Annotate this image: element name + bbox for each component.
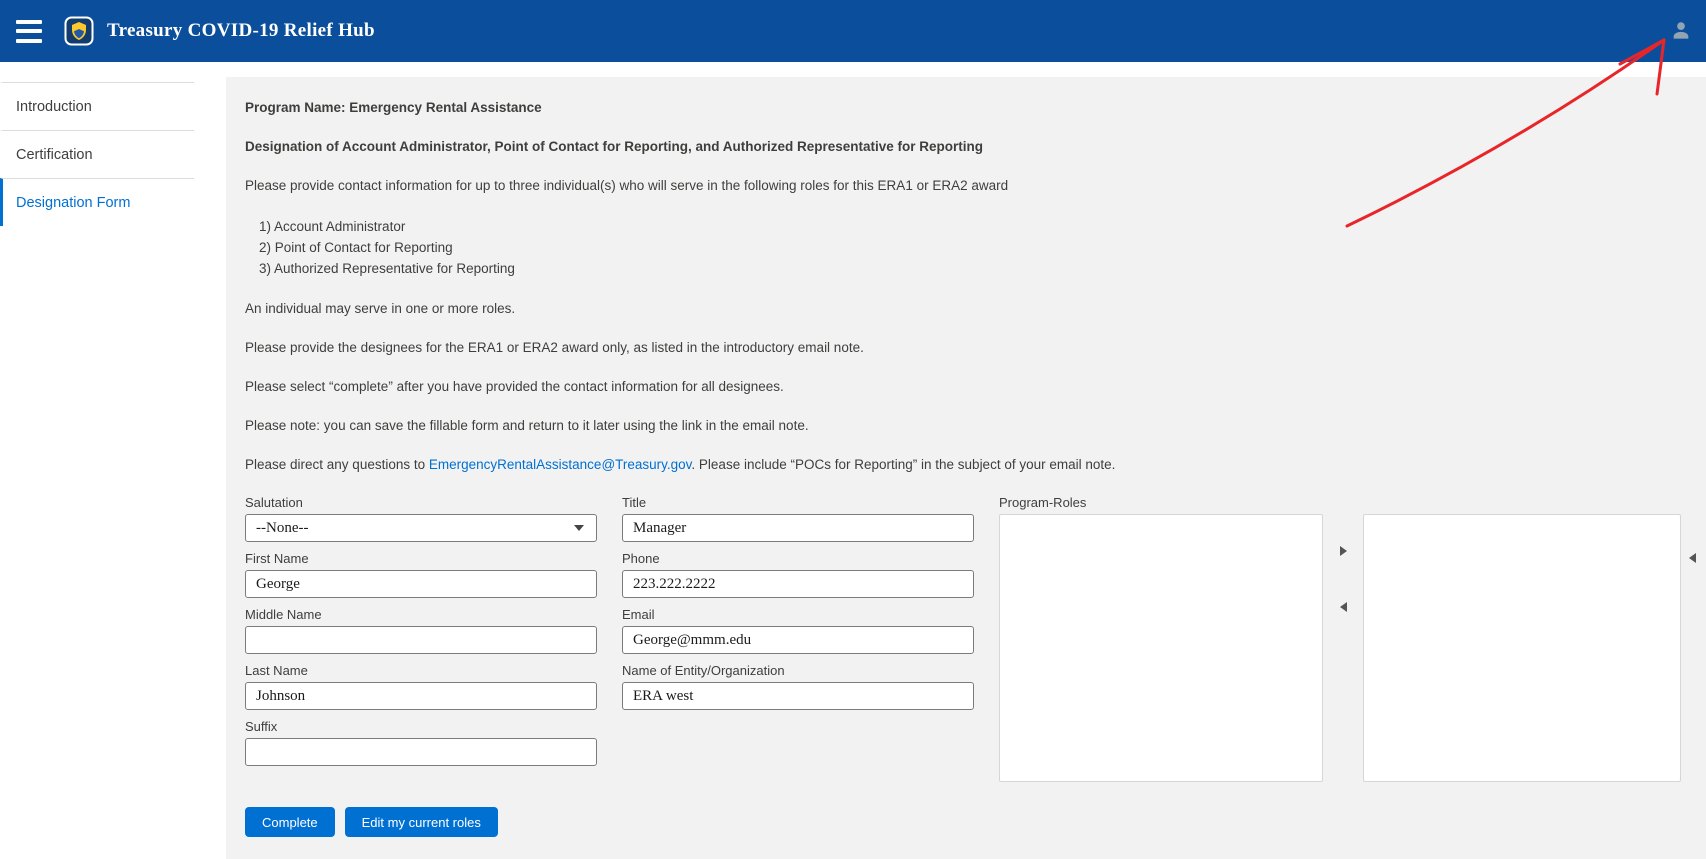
sidebar-item-label: Certification bbox=[16, 147, 93, 163]
program-roles-available-list[interactable] bbox=[999, 514, 1323, 782]
phone-label: Phone bbox=[622, 551, 974, 566]
entity-input[interactable] bbox=[622, 682, 974, 710]
email-input[interactable] bbox=[622, 626, 974, 654]
email-link[interactable]: EmergencyRentalAssistance@Treasury.gov bbox=[429, 457, 692, 472]
form-column-middle: Title Phone Email Name of Entity/Organiz… bbox=[622, 495, 974, 782]
sidebar-item-label: Introduction bbox=[16, 99, 92, 115]
user-profile-icon[interactable] bbox=[1670, 19, 1692, 44]
note-text: Please select “complete” after you have … bbox=[245, 378, 1706, 396]
sidebar: Introduction Certification Designation F… bbox=[0, 62, 226, 859]
middle-name-label: Middle Name bbox=[245, 607, 597, 622]
last-name-input[interactable] bbox=[245, 682, 597, 710]
note-text: Please note: you can save the fillable f… bbox=[245, 417, 1706, 435]
hamburger-menu-icon[interactable] bbox=[16, 20, 44, 43]
app-title: Treasury COVID-19 Relief Hub bbox=[107, 20, 375, 42]
reorder-left-icon[interactable] bbox=[1689, 553, 1696, 563]
roles-list: 1) Account Administrator 2) Point of Con… bbox=[259, 216, 1706, 279]
roles-list-item: 3) Authorized Representative for Reporti… bbox=[259, 258, 1706, 279]
salutation-select[interactable]: --None-- bbox=[245, 514, 597, 542]
content-panel: Program Name: Emergency Rental Assistanc… bbox=[226, 77, 1706, 859]
roles-list-item: 1) Account Administrator bbox=[259, 216, 1706, 237]
entity-label: Name of Entity/Organization bbox=[622, 663, 974, 678]
designation-form: Salutation --None-- First Name Middle Na… bbox=[245, 495, 1706, 782]
program-roles-selected-list[interactable] bbox=[1363, 514, 1681, 782]
form-column-left: Salutation --None-- First Name Middle Na… bbox=[245, 495, 597, 782]
sidebar-item-designation-form[interactable]: Designation Form bbox=[0, 178, 194, 226]
note-text: Please provide the designees for the ERA… bbox=[245, 339, 1706, 357]
program-name: Program Name: Emergency Rental Assistanc… bbox=[245, 99, 1706, 117]
treasury-shield-logo bbox=[64, 16, 94, 46]
move-right-icon[interactable] bbox=[1340, 546, 1347, 556]
move-left-icon[interactable] bbox=[1340, 602, 1347, 612]
first-name-label: First Name bbox=[245, 551, 597, 566]
first-name-input[interactable] bbox=[245, 570, 597, 598]
phone-input[interactable] bbox=[622, 570, 974, 598]
email-label: Email bbox=[622, 607, 974, 622]
note-text: An individual may serve in one or more r… bbox=[245, 300, 1706, 318]
dropdown-caret-icon bbox=[574, 525, 584, 531]
program-roles-label: Program-Roles bbox=[999, 495, 1706, 510]
form-actions: Complete Edit my current roles bbox=[245, 807, 1706, 837]
intro-text: Please provide contact information for u… bbox=[245, 177, 1706, 195]
screen: Treasury COVID-19 Relief Hub Introductio… bbox=[0, 0, 1706, 859]
edit-roles-button[interactable]: Edit my current roles bbox=[345, 807, 498, 837]
salutation-label: Salutation bbox=[245, 495, 597, 510]
complete-button[interactable]: Complete bbox=[245, 807, 335, 837]
sidebar-item-label: Designation Form bbox=[16, 195, 130, 211]
program-roles-section: Program-Roles bbox=[999, 495, 1706, 782]
app-header: Treasury COVID-19 Relief Hub bbox=[0, 0, 1706, 62]
title-input[interactable] bbox=[622, 514, 974, 542]
designation-heading: Designation of Account Administrator, Po… bbox=[245, 138, 1706, 156]
program-roles-dual-listbox bbox=[999, 514, 1706, 782]
salutation-value: --None-- bbox=[256, 520, 308, 537]
questions-text: Please direct any questions to Emergency… bbox=[245, 456, 1706, 474]
suffix-input[interactable] bbox=[245, 738, 597, 766]
sidebar-item-certification[interactable]: Certification bbox=[0, 130, 194, 178]
sidebar-item-introduction[interactable]: Introduction bbox=[0, 82, 194, 130]
last-name-label: Last Name bbox=[245, 663, 597, 678]
middle-name-input[interactable] bbox=[245, 626, 597, 654]
suffix-label: Suffix bbox=[245, 719, 597, 734]
title-label: Title bbox=[622, 495, 974, 510]
roles-list-item: 2) Point of Contact for Reporting bbox=[259, 237, 1706, 258]
